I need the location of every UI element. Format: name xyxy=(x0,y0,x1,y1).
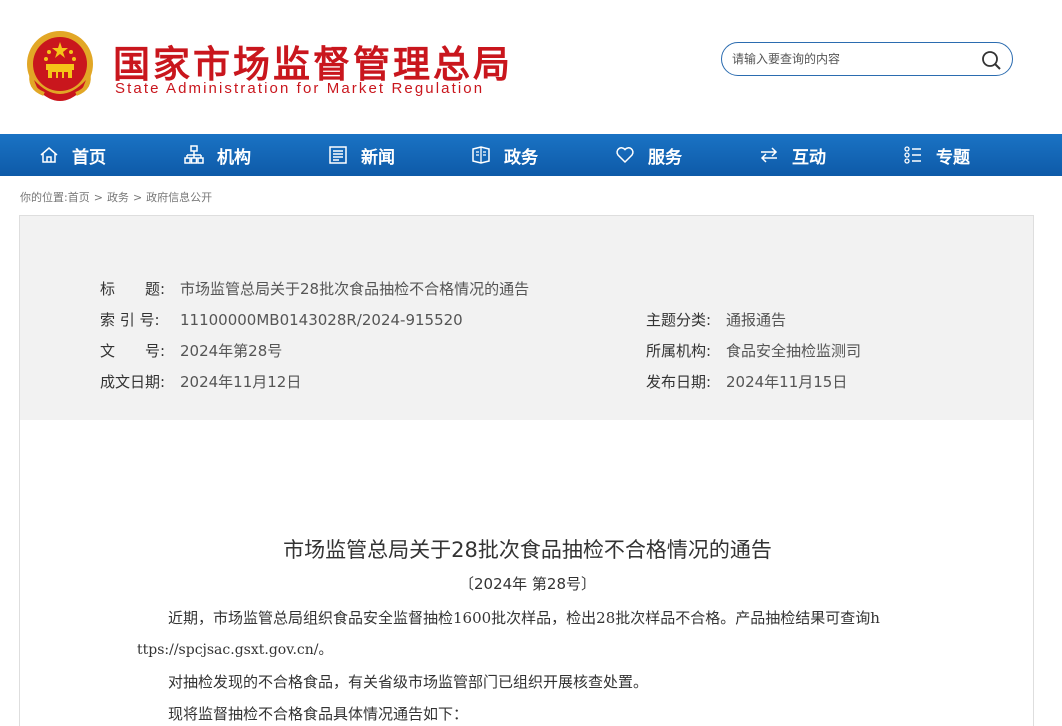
national-emblem-icon[interactable] xyxy=(24,28,96,104)
info-docno-row: 文 号: 2024年第28号 xyxy=(100,340,282,361)
info-date-value: 2024年11月12日 xyxy=(180,373,302,391)
nav-label: 首页 xyxy=(72,147,106,168)
paragraph-2: 对抽检发现的不合格食品，有关省级市场监管部门已组织开展核查处置。 xyxy=(168,673,649,691)
info-category-row: 主题分类: 通报通告 xyxy=(646,309,786,330)
info-agency-label: 所属机构: xyxy=(646,342,712,360)
breadcrumb: 你的位置:首页 > 政务 > 政府信息公开 xyxy=(20,189,212,205)
nav-item-interaction[interactable]: 互动 xyxy=(758,134,826,176)
breadcrumb-prefix: 你的位置: xyxy=(20,191,68,204)
document-title: 市场监管总局关于28批次食品抽检不合格情况的通告 xyxy=(283,538,772,562)
topic-list-icon xyxy=(904,146,921,164)
document-info-panel: 标 题: 市场监管总局关于28批次食品抽检不合格情况的通告 索 引 号: 11100… xyxy=(19,215,1034,421)
info-docno-value: 2024年第28号 xyxy=(180,342,283,360)
info-index-row: 索 引 号: 11100000MB0143028R/2024-915520 xyxy=(100,309,463,330)
nav-label: 专题 xyxy=(936,147,970,168)
document-number: 〔2024年 第28号〕 xyxy=(458,575,597,593)
nav-item-org[interactable]: 机构 xyxy=(183,134,251,176)
nav-item-home[interactable]: 首页 xyxy=(38,134,106,176)
breadcrumb-separator: > xyxy=(132,191,143,204)
info-publish-row: 发布日期: 2024年11月15日 xyxy=(646,371,847,392)
nav-label: 机构 xyxy=(217,147,251,168)
breadcrumb-disclosure[interactable]: 政府信息公开 xyxy=(146,191,212,204)
info-publish-value: 2024年11月15日 xyxy=(726,373,848,391)
heart-icon xyxy=(616,147,634,164)
home-icon xyxy=(40,147,58,163)
nav-item-affairs[interactable]: 政务 xyxy=(470,134,538,176)
site-header: 国家市场监督管理总局 State Administration for Mark… xyxy=(0,0,1062,134)
nav-label: 新闻 xyxy=(361,147,395,168)
paragraph-1-line-2[interactable]: ttps://spcjsac.gsxt.gov.cn/。 xyxy=(137,639,332,659)
info-index-label: 索 引 号: xyxy=(100,311,160,329)
info-agency-value: 食品安全抽检监测司 xyxy=(726,342,862,360)
info-docno-label: 文 号: xyxy=(100,342,166,360)
government-affairs-icon xyxy=(472,146,490,164)
site-subtitle: State Administration for Market Regulati… xyxy=(115,80,485,97)
info-date-label: 成文日期: xyxy=(100,373,166,391)
search-input[interactable] xyxy=(732,49,972,69)
org-chart-icon xyxy=(184,145,204,164)
nav-item-service[interactable]: 服务 xyxy=(614,134,682,176)
info-category-value: 通报通告 xyxy=(726,311,787,329)
info-index-value: 11100000MB0143028R/2024-915520 xyxy=(180,311,463,329)
nav-item-topics[interactable]: 专题 xyxy=(902,134,970,176)
main-nav: 首页 机构 新闻 政务 服务 互动 专题 xyxy=(0,134,1062,176)
info-title-row: 标 题: 市场监管总局关于28批次食品抽检不合格情况的通告 xyxy=(100,278,529,299)
info-title-value: 市场监管总局关于28批次食品抽检不合格情况的通告 xyxy=(180,280,530,298)
paragraph-1-line-1: 近期，市场监管总局组织食品安全监督抽检1600批次样品，检出28批次样品不合格。… xyxy=(168,609,880,627)
nav-label: 服务 xyxy=(648,147,682,168)
info-agency-row: 所属机构: 食品安全抽检监测司 xyxy=(646,340,861,361)
info-publish-label: 发布日期: xyxy=(646,373,712,391)
breadcrumb-affairs[interactable]: 政务 xyxy=(107,191,129,204)
nav-label: 政务 xyxy=(504,147,538,168)
paragraph-3: 现将监督抽检不合格食品具体情况通告如下： xyxy=(168,705,469,723)
breadcrumb-home[interactable]: 首页 xyxy=(68,191,90,204)
info-title-label: 标 题: xyxy=(100,280,166,298)
nav-item-news[interactable]: 新闻 xyxy=(327,134,395,176)
info-date-row: 成文日期: 2024年11月12日 xyxy=(100,371,301,392)
document-content: 市场监管总局关于28批次食品抽检不合格情况的通告 〔2024年 第28号〕 近期… xyxy=(19,420,1034,726)
nav-label: 互动 xyxy=(792,147,826,168)
breadcrumb-separator: > xyxy=(93,191,103,204)
search-icon[interactable] xyxy=(980,49,1002,71)
news-icon xyxy=(329,146,347,164)
exchange-arrows-icon xyxy=(760,147,778,163)
info-category-label: 主题分类: xyxy=(646,311,712,329)
search-box xyxy=(721,42,1013,76)
